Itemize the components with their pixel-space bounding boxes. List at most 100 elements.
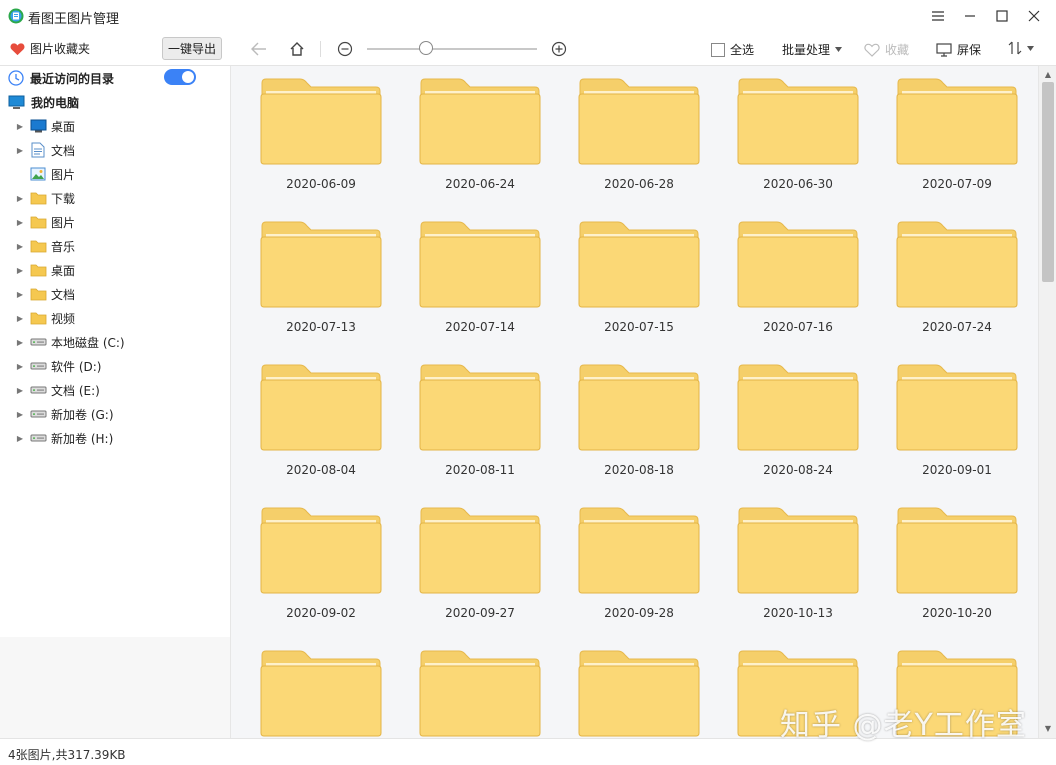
sidebar-item-my-computer[interactable]: 我的电脑 [8, 91, 79, 113]
folder-item[interactable]: 2020-09-02 [260, 506, 382, 626]
folder-name: 2020-07-16 [763, 320, 833, 334]
folder-icon [260, 364, 382, 451]
checkbox-box[interactable] [711, 42, 725, 57]
screensaver-label: 屏保 [957, 43, 982, 57]
folder-icon [896, 507, 1018, 594]
sidebar-tree-item[interactable]: ▶ 桌面 [15, 259, 75, 281]
folder-item[interactable]: 2020-07-14 [419, 220, 541, 340]
sidebar-tree-item[interactable]: ▶ 文档 [15, 283, 75, 305]
sidebar-tree-item[interactable]: ▶ 桌面 [15, 115, 75, 137]
expand-arrow-icon[interactable]: ▶ [15, 434, 25, 443]
sidebar-tree-item[interactable]: ▶ 文档 [15, 139, 75, 161]
folder-name: 2020-10-20 [922, 606, 992, 620]
menu-button[interactable] [924, 4, 952, 28]
expand-arrow-icon[interactable]: ▶ [15, 218, 25, 227]
sidebar-tree-item[interactable]: ▶ 视频 [15, 307, 75, 329]
up-button[interactable] [288, 40, 306, 58]
expand-arrow-icon[interactable]: ▶ [15, 410, 25, 419]
sidebar-item-recent[interactable]: 最近访问的目录 [8, 67, 114, 89]
sidebar-tree-item[interactable]: ▶ 新加卷 (H:) [15, 427, 113, 449]
folder-item[interactable]: 2020-06-09 [260, 77, 382, 197]
select-all-checkbox[interactable]: 全选 [711, 41, 754, 58]
folder-item[interactable]: 2020-07-15 [578, 220, 700, 340]
scroll-up-arrow[interactable]: ▲ [1039, 68, 1056, 82]
sidebar-tree-item[interactable]: 图片 [15, 163, 75, 185]
folder-icon [29, 238, 47, 254]
vertical-scrollbar[interactable]: ▲ ▼ [1038, 66, 1056, 738]
expand-arrow-icon[interactable]: ▶ [15, 314, 25, 323]
maximize-button[interactable] [988, 4, 1016, 28]
folder-item[interactable] [578, 649, 700, 738]
export-button[interactable]: 一键导出 [162, 37, 222, 60]
scroll-down-arrow[interactable]: ▼ [1039, 722, 1056, 736]
expand-arrow-icon[interactable]: ▶ [15, 242, 25, 251]
folder-name: 2020-09-27 [445, 606, 515, 620]
close-button[interactable] [1020, 4, 1048, 28]
drive-icon [29, 382, 47, 398]
folder-item[interactable]: 2020-08-24 [737, 363, 859, 483]
folder-item[interactable]: 2020-08-18 [578, 363, 700, 483]
sidebar-tree-item[interactable]: ▶ 音乐 [15, 235, 75, 257]
arrow-left-icon [251, 42, 266, 56]
back-button[interactable] [250, 40, 268, 58]
folder-item[interactable]: 2020-09-27 [419, 506, 541, 626]
zoom-slider-handle[interactable] [419, 41, 433, 55]
monitor-icon [936, 42, 952, 57]
sidebar-tree-item-label: 本地磁盘 (C:) [51, 335, 125, 350]
zoom-out-button[interactable] [336, 40, 354, 58]
sidebar-tree-item-label: 新加卷 (G:) [51, 407, 114, 422]
minimize-button[interactable] [956, 4, 984, 28]
folder-item[interactable]: 2020-08-11 [419, 363, 541, 483]
expand-arrow-icon[interactable]: ▶ [15, 290, 25, 299]
folder-icon [260, 507, 382, 594]
folder-icon [419, 364, 541, 451]
folder-item[interactable] [419, 649, 541, 738]
folder-item[interactable]: 2020-07-16 [737, 220, 859, 340]
sidebar-tree-item-label: 视频 [51, 311, 76, 326]
folder-icon [419, 78, 541, 165]
recent-toggle[interactable] [164, 69, 196, 85]
expand-arrow-icon[interactable]: ▶ [15, 338, 25, 347]
sidebar-tree-item-label: 桌面 [51, 119, 76, 134]
folder-item[interactable]: 2020-09-28 [578, 506, 700, 626]
sidebar-tree-item[interactable]: ▶ 文档 (E:) [15, 379, 100, 401]
sidebar-tree-item[interactable]: ▶ 本地磁盘 (C:) [15, 331, 125, 353]
expand-arrow-icon[interactable]: ▶ [15, 362, 25, 371]
collect-button[interactable]: 收藏 [864, 41, 909, 58]
folder-item[interactable]: 2020-06-28 [578, 77, 700, 197]
sidebar-tree-item[interactable]: ▶ 下载 [15, 187, 75, 209]
screensaver-button[interactable]: 屏保 [936, 41, 981, 58]
sidebar-tree-item[interactable]: ▶ 图片 [15, 211, 75, 233]
app-title: 看图王图片管理 [28, 12, 120, 27]
folder-item[interactable]: 2020-06-24 [419, 77, 541, 197]
sidebar-tree-item[interactable]: ▶ 软件 (D:) [15, 355, 102, 377]
folder-icon [737, 78, 859, 165]
folder-item[interactable]: 2020-07-13 [260, 220, 382, 340]
scroll-thumb[interactable] [1042, 82, 1054, 282]
sort-dropdown[interactable] [1008, 41, 1034, 55]
expand-arrow-icon[interactable]: ▶ [15, 194, 25, 203]
folder-icon [578, 650, 700, 737]
minimize-icon [965, 15, 975, 17]
folder-item[interactable]: 2020-10-20 [896, 506, 1018, 626]
folder-item[interactable]: 2020-09-01 [896, 363, 1018, 483]
expand-arrow-icon[interactable]: ▶ [15, 146, 25, 155]
batch-dropdown[interactable]: 批量处理 [782, 41, 843, 58]
folder-item[interactable]: 2020-07-24 [896, 220, 1018, 340]
folder-item[interactable]: 2020-10-13 [737, 506, 859, 626]
sidebar-tree-item-label: 桌面 [51, 263, 76, 278]
sidebar-tree-item[interactable]: ▶ 新加卷 (G:) [15, 403, 114, 425]
folder-icon [896, 78, 1018, 165]
zoom-slider-track[interactable] [367, 48, 537, 50]
zoom-in-button[interactable] [550, 40, 568, 58]
folder-item[interactable]: 2020-06-30 [737, 77, 859, 197]
favorites-button[interactable]: 图片收藏夹 [10, 40, 90, 57]
drive-icon [29, 406, 47, 422]
folder-item[interactable]: 2020-07-09 [896, 77, 1018, 197]
expand-arrow-icon[interactable]: ▶ [15, 386, 25, 395]
expand-arrow-icon[interactable]: ▶ [15, 266, 25, 275]
folder-item[interactable] [260, 649, 382, 738]
expand-arrow-icon[interactable]: ▶ [15, 122, 25, 131]
folder-item[interactable]: 2020-08-04 [260, 363, 382, 483]
recent-label: 最近访问的目录 [30, 71, 115, 86]
